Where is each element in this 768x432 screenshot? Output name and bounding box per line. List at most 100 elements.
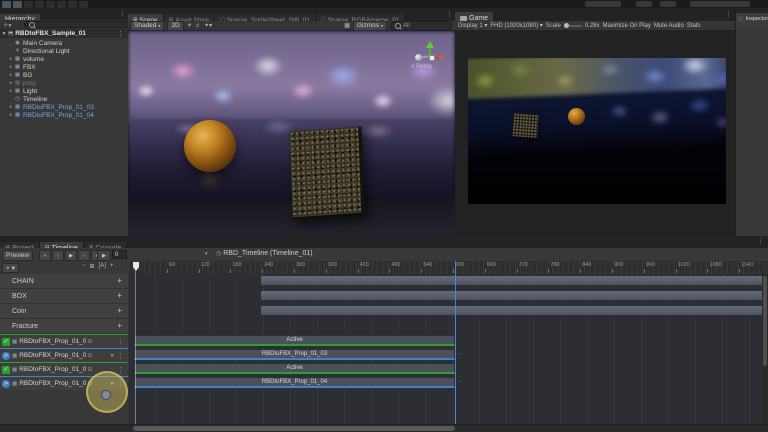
object-picker-icon[interactable]: ⊙ [87,338,92,345]
hierarchy-item-rbdtofbx-prop-01-04[interactable]: ▸▦RBDtoFBX_Prop_01_04 [0,111,128,119]
gizmo-center-icon[interactable] [429,55,435,61]
hierarchy-item-timeline[interactable]: ◷Timeline [0,95,128,103]
scene-grid-icon[interactable]: ▦ [344,22,350,29]
hierarchy-item-volume[interactable]: ▸▦volume [0,55,128,63]
scene-lighting-icon[interactable]: ☀ [187,22,192,29]
hierarchy-item-bg[interactable]: ▸▦BG [0,71,128,79]
object-picker-icon[interactable]: ⊙ [87,366,92,373]
hierarchy-menu-icon[interactable]: ⋮ [119,10,126,18]
activation-check-icon[interactable]: ✓ [2,366,10,374]
tool-button[interactable] [79,1,88,8]
frame-field[interactable]: 0 [112,250,127,259]
transport-button[interactable]: ‹ [52,250,64,261]
timeline-title[interactable]: ◷ RBD_Timeline (Timeline_01) [216,250,313,257]
gold-sphere[interactable] [184,120,236,172]
tool-button[interactable] [57,1,66,8]
scale-slider[interactable] [564,25,582,27]
hierarchy-item-fbx[interactable]: ▸▦FBX [0,63,128,71]
animator-icon[interactable]: ≻ [2,352,10,360]
gizmo-ball-icon[interactable] [415,54,422,61]
toolbar-right-button[interactable] [636,1,652,7]
scene-root-row[interactable]: ▼ ⬒ RBDtoFBX_Sample_01 ⋮ [0,29,128,38]
group-track-summary-bar[interactable] [261,306,768,315]
track-menu-icon[interactable]: ⋮ [117,366,124,374]
animation-track-rbdtofbx-prop-01-03[interactable]: ≻▦RBDtoFBX_Prop_01_0⊙●⋮ [0,348,128,362]
activation-track-active[interactable]: ✓▦RBDtoFBX_Prop_01_0⊙⋮ [0,334,128,348]
activation-clip[interactable]: Active [134,335,455,346]
object-picker-icon[interactable]: ⊙ [87,352,92,359]
tool-button[interactable] [46,1,55,8]
tab-inspector[interactable]: ⓘ Inspector [736,13,768,26]
activation-clip[interactable]: Active [134,363,455,374]
hierarchy-item-directional-light[interactable]: ☀Directional Light [0,47,128,55]
group-add-button[interactable]: + [117,322,122,330]
group-track-summary-bar[interactable] [261,276,768,285]
group-track-box[interactable]: BOX+ [0,289,128,304]
avatar-mask-icon[interactable]: [A] [99,263,106,270]
gizmo-persp-label[interactable]: < Persp [411,64,432,70]
resolution-dropdown[interactable]: FHD (1920x1080) ▾ [490,22,542,29]
mute-audio-button[interactable]: Mute Audio [654,23,684,29]
activation-check-icon[interactable]: ✓ [2,338,10,346]
vscrollbar-handle[interactable] [763,276,767,366]
2d-toggle-button[interactable]: 2D [167,21,183,31]
hierarchy-item-rbdtofbx-prop-01-03[interactable]: ▸▦RBDtoFBX_Prop_01_03 [0,103,128,111]
tool-button[interactable] [13,1,22,8]
scene-root-menu-icon[interactable]: ⋮ [117,30,124,38]
group-add-button[interactable]: + [117,292,122,300]
transport-button[interactable]: › [78,250,90,261]
tool-button[interactable] [35,1,44,8]
transport-button[interactable]: ▶ [65,250,77,261]
display-dropdown[interactable]: Display 1 ▾ [458,22,487,29]
scene-audio-icon[interactable]: ♬ [195,23,201,29]
animator-icon[interactable]: ≻ [2,380,10,388]
scene-viewport[interactable]: < Persp [128,31,455,238]
transport-button[interactable]: « [39,250,51,261]
timeline-hscrollbar[interactable] [0,424,768,432]
curves-icon[interactable]: ~ [82,263,86,270]
game-viewport[interactable] [455,31,735,236]
shading-mode-dropdown[interactable]: Shaded▾ [130,21,164,31]
add-marker-icon[interactable]: ⊞ [90,263,95,270]
animation-clip[interactable]: RBDtoFBX_Prop_01_04 [134,377,455,388]
animation-clip[interactable]: RBDtoFBX_Prop_01_03 [134,349,455,360]
game-panel-menu-icon[interactable]: ⋮ [725,10,732,18]
hierarchy-item-main-camera[interactable]: ◉Main Camera [0,39,128,47]
group-add-button[interactable]: + [117,277,122,285]
toolbar-right-button[interactable] [690,1,750,7]
timeline-asset-dropdown-icon[interactable]: ▾ [205,251,208,257]
preview-button[interactable]: Preview [2,250,33,261]
timeline-track-content[interactable]: ActiveRBDtoFBX_Prop_01_03⋯ActiveRBDtoFBX… [128,274,768,432]
maximize-on-play-button[interactable]: Maximize On Play [602,23,650,29]
hierarchy-item-light[interactable]: ▸▦Light [0,87,128,95]
group-track-summary-bar[interactable] [261,291,768,300]
group-track-coin[interactable]: Coin+ [0,304,128,319]
toolbar-right-button[interactable] [660,1,676,7]
gizmos-dropdown[interactable]: Gizmos▾ [353,21,387,31]
tool-button[interactable] [24,1,33,8]
track-menu-icon[interactable]: ⋮ [117,338,124,346]
group-track-fracture[interactable]: Fracture+ [0,319,128,334]
hscrollbar-handle[interactable] [133,426,455,431]
hierarchy-item-prop[interactable]: ▸▦prop [0,79,128,87]
create-dropdown-icon[interactable]: ＋▾ [3,21,11,29]
record-button[interactable]: ● [110,352,114,359]
play-range-toggle[interactable]: ▶ [97,250,111,261]
timeline-ruler[interactable]: 6012018024030036042048054060066072078084… [128,261,768,275]
marker-icon[interactable]: + [110,263,114,270]
stats-button[interactable]: Stats [687,23,701,29]
scene-panel-menu-icon[interactable]: ⋮ [446,10,453,18]
group-track-chain[interactable]: CHAIN+ [0,274,128,289]
toolbar-right-button[interactable] [585,1,621,7]
scene-search-input[interactable]: All [390,21,452,31]
tool-button[interactable] [2,1,11,8]
group-add-button[interactable]: + [117,307,122,315]
scale-slider-handle[interactable] [564,23,569,28]
track-menu-icon[interactable]: ⋮ [117,352,124,360]
scene-effects-icon[interactable]: ✦▾ [204,22,212,29]
add-track-button[interactable]: + ▾ [2,263,19,273]
fracture-slab[interactable] [290,127,365,220]
hierarchy-search-input[interactable] [24,21,130,28]
timeline-vscrollbar[interactable] [762,274,768,424]
dock-menu-icon[interactable]: ⋮ [757,237,764,245]
